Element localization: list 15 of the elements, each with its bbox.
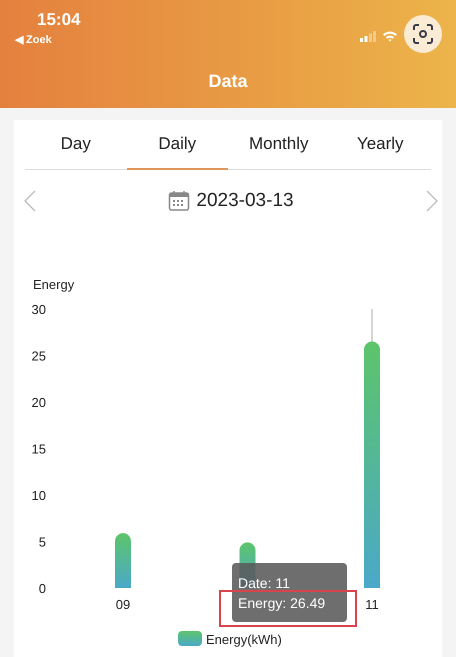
tooltip-text: Energy: 26.49 [238, 594, 326, 610]
tooltip-text: Date: 11 [238, 574, 291, 590]
y-tick-label: 25 [32, 348, 46, 364]
x-tick-label: 09 [116, 597, 130, 612]
y-tick-label: 0 [38, 581, 46, 596]
y-tick-label: 10 [32, 488, 46, 503]
y-tick-label: 5 [38, 534, 46, 550]
x-tick-label: 11 [365, 597, 379, 612]
page-title: Data [208, 71, 248, 92]
y-axis-title: Energy [33, 277, 74, 292]
y-tick-label: 30 [32, 302, 46, 317]
status-time: 15:04 [37, 10, 80, 30]
y-tick-label: 15 [32, 442, 46, 456]
y-tick-label: 20 [32, 395, 46, 410]
legend-label: Energy(kWh) [206, 632, 282, 647]
